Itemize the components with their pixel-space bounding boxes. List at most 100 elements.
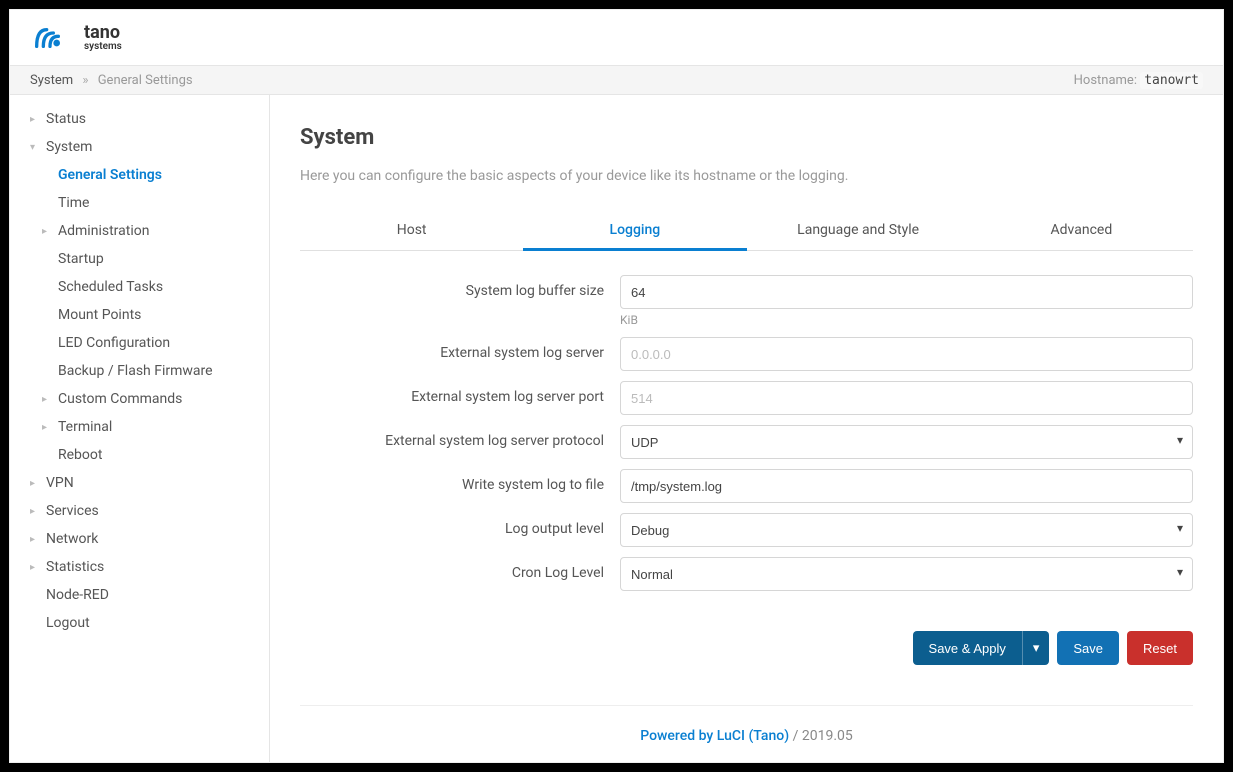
brand-text: tano systems (84, 24, 122, 52)
sidebar-item-label: Scheduled Tasks (58, 279, 163, 295)
sidebar-item-reboot[interactable]: Reboot (10, 441, 269, 469)
sidebar-item-label: Node-RED (46, 587, 109, 603)
tabs: Host Logging Language and Style Advanced (300, 212, 1193, 251)
sidebar-item-label: Custom Commands (58, 391, 182, 407)
row-ext-proto: External system log server protocol UDP (300, 425, 1193, 459)
row-out-level: Log output level Debug (300, 513, 1193, 547)
label-cron-level: Cron Log Level (300, 557, 620, 581)
sidebar-item-label: Administration (58, 223, 149, 239)
form: System log buffer size KiB External syst… (300, 275, 1193, 601)
sidebar-item-label: Time (58, 195, 89, 211)
chevron-right-icon: ▸ (42, 422, 56, 433)
sidebar-item-time[interactable]: Time (10, 189, 269, 217)
select-out-level[interactable]: Debug (620, 513, 1193, 547)
sidebar-item-label: Services (46, 503, 99, 519)
brand-name: tano (84, 24, 122, 42)
chevron-right-icon: ▸ (30, 534, 44, 545)
hostname-label: Hostname: (1074, 73, 1137, 88)
sidebar-item-label: VPN (46, 475, 74, 491)
sidebar-item-terminal[interactable]: ▸Terminal (10, 413, 269, 441)
footer: Powered by LuCI (Tano) / 2019.05 (300, 705, 1193, 754)
row-cron-level: Cron Log Level Normal (300, 557, 1193, 591)
sidebar-item-services[interactable]: ▸Services (10, 497, 269, 525)
row-buffer-size: System log buffer size KiB (300, 275, 1193, 327)
logo-mark-icon (30, 21, 80, 55)
sidebar-item-node-red[interactable]: Node-RED (10, 581, 269, 609)
input-ext-server[interactable] (620, 337, 1193, 371)
tab-advanced[interactable]: Advanced (970, 212, 1193, 251)
row-write-file: Write system log to file (300, 469, 1193, 503)
page-description: Here you can configure the basic aspects… (300, 168, 1193, 184)
input-write-file[interactable] (620, 469, 1193, 503)
sidebar-item-label: LED Configuration (58, 335, 170, 351)
sidebar-item-label: Statistics (46, 559, 104, 575)
header: tano systems (10, 10, 1223, 65)
sidebar-item-startup[interactable]: Startup (10, 245, 269, 273)
sidebar-item-administration[interactable]: ▸Administration (10, 217, 269, 245)
row-ext-port: External system log server port (300, 381, 1193, 415)
actions: Save & Apply ▾ Save Reset (300, 631, 1193, 665)
sidebar-item-led-config[interactable]: LED Configuration (10, 329, 269, 357)
label-ext-proto: External system log server protocol (300, 425, 620, 449)
breadcrumb-current: General Settings (98, 73, 193, 88)
main-content: System Here you can configure the basic … (270, 95, 1223, 762)
chevron-right-icon: ▸ (42, 394, 56, 405)
footer-version: / 2019.05 (793, 728, 853, 744)
save-button[interactable]: Save (1057, 631, 1119, 665)
brand-logo: tano systems (30, 21, 122, 55)
sidebar-item-general-settings[interactable]: General Settings (10, 161, 269, 189)
sidebar-item-label: Startup (58, 251, 104, 267)
chevron-down-icon: ▾ (1033, 640, 1040, 656)
sidebar-item-statistics[interactable]: ▸Statistics (10, 553, 269, 581)
select-ext-proto[interactable]: UDP (620, 425, 1193, 459)
select-cron-level[interactable]: Normal (620, 557, 1193, 591)
sidebar-item-scheduled-tasks[interactable]: Scheduled Tasks (10, 273, 269, 301)
sidebar-item-logout[interactable]: Logout (10, 609, 269, 637)
hostname-indicator: Hostname: tanowrt (1074, 73, 1203, 88)
tab-host[interactable]: Host (300, 212, 523, 251)
sidebar-item-label: Status (46, 111, 86, 127)
reset-button[interactable]: Reset (1127, 631, 1193, 665)
brand-sub: systems (84, 42, 122, 52)
breadcrumb-root[interactable]: System (30, 73, 73, 88)
body: ▸Status ▾System General Settings Time ▸A… (10, 95, 1223, 762)
input-ext-port[interactable] (620, 381, 1193, 415)
sidebar-item-label: Reboot (58, 447, 102, 463)
sidebar-item-backup-flash[interactable]: Backup / Flash Firmware (10, 357, 269, 385)
sidebar-item-label: System (46, 139, 92, 155)
sidebar: ▸Status ▾System General Settings Time ▸A… (10, 95, 270, 762)
sidebar-item-label: General Settings (58, 167, 162, 183)
chevron-right-icon: ▸ (30, 478, 44, 489)
save-apply-group: Save & Apply ▾ (913, 631, 1050, 665)
hint-buffer-size: KiB (620, 313, 1193, 327)
sidebar-item-network[interactable]: ▸Network (10, 525, 269, 553)
sidebar-item-label: Backup / Flash Firmware (58, 363, 213, 379)
sidebar-item-vpn[interactable]: ▸VPN (10, 469, 269, 497)
sidebar-item-status[interactable]: ▸Status (10, 105, 269, 133)
hostname-value: tanowrt (1140, 72, 1203, 89)
row-ext-server: External system log server (300, 337, 1193, 371)
save-apply-dropdown-button[interactable]: ▾ (1022, 631, 1050, 665)
breadcrumb-bar: System » General Settings Hostname: tano… (10, 65, 1223, 95)
label-ext-server: External system log server (300, 337, 620, 361)
label-buffer-size: System log buffer size (300, 275, 620, 299)
tab-logging[interactable]: Logging (523, 212, 746, 251)
chevron-right-icon: ▸ (30, 562, 44, 573)
breadcrumb-sep: » (82, 73, 88, 88)
chevron-right-icon: ▸ (30, 114, 44, 125)
label-out-level: Log output level (300, 513, 620, 537)
sidebar-item-label: Terminal (58, 419, 112, 435)
label-write-file: Write system log to file (300, 469, 620, 493)
sidebar-item-system[interactable]: ▾System (10, 133, 269, 161)
label-ext-port: External system log server port (300, 381, 620, 405)
sidebar-item-mount-points[interactable]: Mount Points (10, 301, 269, 329)
save-apply-button[interactable]: Save & Apply (913, 631, 1022, 665)
tab-language-style[interactable]: Language and Style (747, 212, 970, 251)
input-buffer-size[interactable] (620, 275, 1193, 309)
app-window: tano systems System » General Settings H… (9, 9, 1224, 763)
breadcrumb: System » General Settings (30, 73, 193, 88)
page-title: System (300, 125, 1193, 150)
sidebar-item-custom-commands[interactable]: ▸Custom Commands (10, 385, 269, 413)
footer-link[interactable]: Powered by LuCI (Tano) (640, 728, 789, 744)
sidebar-item-label: Network (46, 531, 98, 547)
